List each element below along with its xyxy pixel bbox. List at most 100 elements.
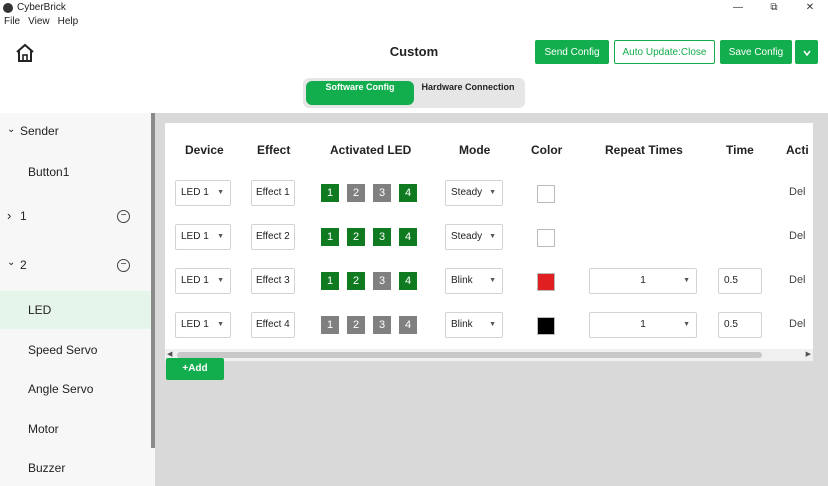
caret-down-icon: ▼ [217,277,224,284]
led-toggle-2[interactable]: 2 [347,272,365,290]
led-toggle-4[interactable]: 4 [399,316,417,334]
effect-field[interactable]: Effect 2 [251,224,295,250]
device-select[interactable]: LED 1 ▼ [175,224,231,250]
sidebar-item-label: Speed Servo [28,343,98,357]
device-value: LED 1 [181,319,209,330]
minimize-icon[interactable]: — [720,0,756,15]
maximize-icon[interactable]: ⧉ [756,0,792,15]
time-field[interactable]: 0.5 [718,268,762,294]
mode-select[interactable]: Blink ▼ [445,268,503,294]
led-toggle-1[interactable]: 1 [321,228,339,246]
led-toggle-4[interactable]: 4 [399,228,417,246]
led-toggle-2[interactable]: 2 [347,316,365,334]
effect-value: Effect 2 [256,231,290,242]
column-header-effect: Effect [257,143,291,157]
menu-bar: File View Help [4,16,78,30]
led-toggle-3[interactable]: 3 [373,184,391,202]
menu-help[interactable]: Help [58,16,79,30]
caret-down-icon: ▼ [489,189,496,196]
led-toggle-3[interactable]: 3 [373,316,391,334]
chevron-down-icon: ⌄ [7,124,16,135]
time-field[interactable]: 0.5 [718,312,762,338]
device-value: LED 1 [181,275,209,286]
mode-value: Blink [451,275,473,286]
color-swatch[interactable] [537,185,555,203]
window-title: CyberBrick [17,2,66,13]
title-bar: CyberBrick — ⧉ ✕ [0,0,828,15]
delete-button[interactable]: Del [789,186,806,198]
color-swatch[interactable] [537,229,555,247]
color-swatch[interactable] [537,273,555,291]
column-header-mode: Mode [459,143,491,157]
remove-icon[interactable]: − [117,210,130,223]
sidebar-item-group-2[interactable]: ⌄ 2 − [0,254,151,278]
auto-update-button[interactable]: Auto Update:Close [614,40,715,64]
repeat-times-value: 1 [640,319,646,330]
delete-button[interactable]: Del [789,318,806,330]
main-panel: Device Effect Activated LED Mode Color R… [155,113,828,486]
horizontal-scrollbar[interactable]: ◀ ▶ [165,349,813,361]
caret-down-icon: ▼ [489,233,496,240]
column-header-color: Color [531,143,563,157]
scroll-left-icon[interactable]: ◀ [167,350,172,358]
save-options-button[interactable] [795,40,818,64]
mode-value: Steady [451,231,483,242]
led-toggle-2[interactable]: 2 [347,228,365,246]
header: Custom Send Config Auto Update:Close Sav… [0,33,828,73]
repeat-times-value: 1 [640,275,646,286]
led-toggle-4[interactable]: 4 [399,184,417,202]
mode-select[interactable]: Steady ▼ [445,180,503,206]
led-toggle-3[interactable]: 3 [373,272,391,290]
effect-field[interactable]: Effect 3 [251,268,295,294]
led-toggle-3[interactable]: 3 [373,228,391,246]
sidebar-item-speed-servo[interactable]: Speed Servo [0,339,151,363]
remove-icon[interactable]: − [117,259,130,272]
column-header-device: Device [185,143,224,157]
delete-button[interactable]: Del [789,274,806,286]
scrollbar-thumb[interactable] [177,352,762,358]
effect-field[interactable]: Effect 4 [251,312,295,338]
led-toggle-2[interactable]: 2 [347,184,365,202]
column-header-activated-led: Activated LED [330,143,412,157]
repeat-times-select[interactable]: 1 ▼ [589,268,697,294]
mode-select[interactable]: Steady ▼ [445,224,503,250]
delete-button[interactable]: Del [789,230,806,242]
led-toggle-1[interactable]: 1 [321,272,339,290]
device-select[interactable]: LED 1 ▼ [175,180,231,206]
tab-hardware-connection[interactable]: Hardware Connection [414,81,522,105]
led-toggle-4[interactable]: 4 [399,272,417,290]
save-config-button[interactable]: Save Config [720,40,792,64]
menu-file[interactable]: File [4,16,20,30]
chevron-down-icon: ⌄ [7,257,16,268]
sidebar-item-label: Motor [28,422,59,436]
menu-view[interactable]: View [28,16,50,30]
time-value: 0.5 [724,319,738,330]
send-config-button[interactable]: Send Config [535,40,609,64]
close-icon[interactable]: ✕ [792,0,828,15]
add-button[interactable]: +Add [166,358,224,380]
sidebar-item-group-1[interactable]: › 1 − [0,205,151,229]
sidebar-item-label: 1 [20,209,27,223]
led-toggle-1[interactable]: 1 [321,316,339,334]
sidebar-item-label: Buzzer [28,461,66,475]
effect-field[interactable]: Effect 1 [251,180,295,206]
mode-value: Blink [451,319,473,330]
device-select[interactable]: LED 1 ▼ [175,312,231,338]
scroll-right-icon[interactable]: ▶ [806,350,811,358]
device-select[interactable]: LED 1 ▼ [175,268,231,294]
sidebar-item-motor[interactable]: Motor [0,418,151,442]
config-tabs: Software Config Hardware Connection [303,78,525,108]
color-swatch[interactable] [537,317,555,335]
sidebar-item-sender[interactable]: ⌄ Sender [0,121,151,145]
sidebar-item-angle-servo[interactable]: Angle Servo [0,378,151,402]
effect-value: Effect 4 [256,319,290,330]
led-toggle-1[interactable]: 1 [321,184,339,202]
tab-software-config[interactable]: Software Config [306,81,414,105]
sidebar-item-led[interactable]: LED [0,291,151,329]
effect-value: Effect 1 [256,187,290,198]
sidebar-item-buzzer[interactable]: Buzzer [0,457,151,481]
repeat-times-select[interactable]: 1 ▼ [589,312,697,338]
sidebar-item-button1[interactable]: Button1 [0,161,151,185]
caret-down-icon: ▼ [489,277,496,284]
mode-select[interactable]: Blink ▼ [445,312,503,338]
